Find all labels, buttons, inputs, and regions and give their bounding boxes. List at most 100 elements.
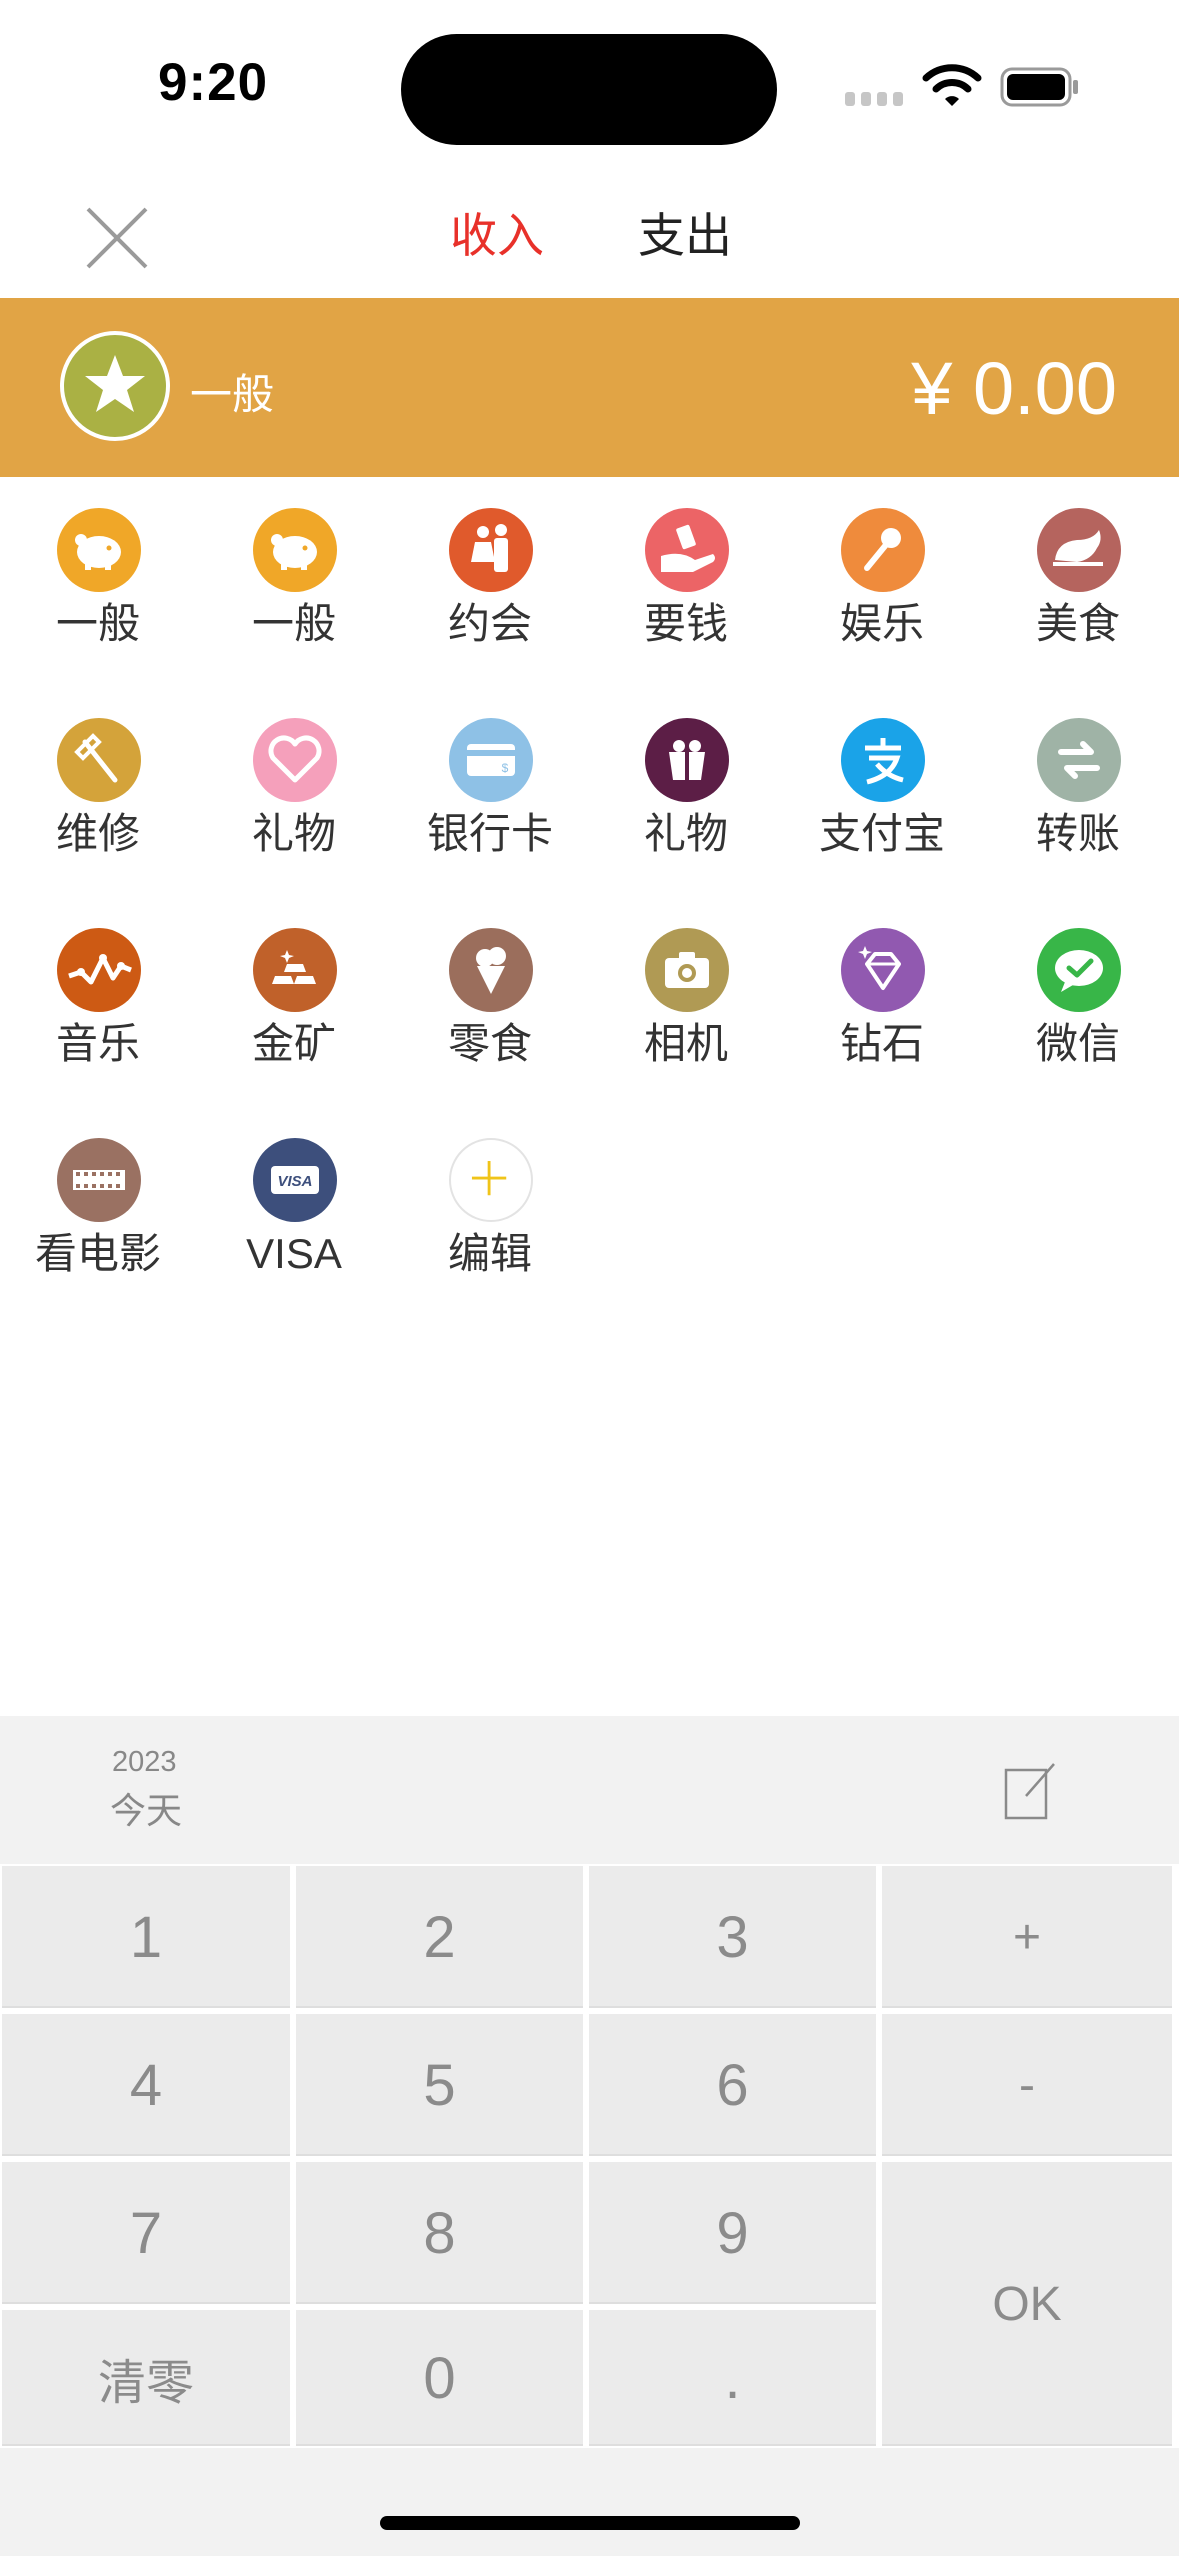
key-1[interactable]: 1 [2, 1866, 290, 2008]
category-item[interactable]: 礼物 [196, 688, 392, 898]
key-decimal[interactable]: . [589, 2310, 876, 2446]
category-label: 美食 [1035, 600, 1120, 647]
category-label: 礼物 [251, 810, 336, 857]
category-item[interactable]: VISA VISA [196, 1108, 392, 1318]
category-label: VISA [246, 1230, 342, 1277]
transfer-icon [1037, 718, 1121, 802]
key-0[interactable]: 0 [296, 2310, 583, 2446]
money-hand-icon [645, 508, 729, 592]
key-8[interactable]: 8 [296, 2162, 583, 2304]
category-item[interactable]: 约会 [392, 478, 588, 688]
category-label: 支付宝 [818, 810, 945, 857]
category-label: 娱乐 [839, 600, 924, 647]
battery-icon [1000, 67, 1080, 107]
category-item[interactable]: 要钱 [588, 478, 784, 688]
selected-category-label: 一般 [190, 371, 275, 418]
close-icon[interactable] [82, 203, 152, 273]
add-plus-icon [449, 1138, 533, 1222]
category-item[interactable]: 一般 [0, 478, 196, 688]
key-2[interactable]: 2 [296, 1866, 583, 2008]
roast-chicken-icon [1037, 508, 1121, 592]
category-label: 相机 [643, 1020, 728, 1067]
category-item[interactable]: 零食 [392, 898, 588, 1108]
bank-card-icon: $ [449, 718, 533, 802]
svg-text:$: $ [502, 761, 509, 775]
category-label: 礼物 [643, 810, 728, 857]
key-3[interactable]: 3 [589, 1866, 876, 2008]
category-item[interactable]: 看电影 [0, 1108, 196, 1318]
gold-bars-icon [253, 928, 337, 1012]
category-item[interactable]: $ 银行卡 [392, 688, 588, 898]
header-bar: 收入 支出 [0, 170, 1179, 298]
category-label: 银行卡 [426, 810, 553, 857]
category-item[interactable]: 音乐 [0, 898, 196, 1108]
category-label: 编辑 [447, 1230, 532, 1277]
number-keypad: 1 2 3 + 4 5 6 - 7 8 9 OK 清零 0 . [0, 1864, 1179, 2448]
edit-categories-button[interactable]: 编辑 [392, 1108, 588, 1318]
category-item[interactable]: 礼物 [588, 688, 784, 898]
category-item[interactable]: 一般 [196, 478, 392, 688]
category-label: 金矿 [251, 1020, 336, 1067]
category-item[interactable]: 金矿 [196, 898, 392, 1108]
home-indicator[interactable] [380, 2516, 800, 2530]
category-label: 钻石 [839, 1020, 924, 1067]
piggy-bank-icon [57, 508, 141, 592]
wifi-icon [922, 62, 982, 108]
category-item[interactable]: 维修 [0, 688, 196, 898]
key-4[interactable]: 4 [2, 2014, 290, 2156]
category-label: 要钱 [643, 600, 728, 647]
tab-income[interactable]: 收入 [450, 206, 544, 266]
cellular-signal-icon [845, 92, 905, 106]
key-7[interactable]: 7 [2, 2162, 290, 2304]
piggy-bank-icon [253, 508, 337, 592]
key-9[interactable]: 9 [589, 2162, 876, 2304]
ice-cream-icon [449, 928, 533, 1012]
clear-button[interactable]: 清零 [2, 2310, 290, 2446]
heart-icon [253, 718, 337, 802]
hammer-icon [57, 718, 141, 802]
film-strip-icon [57, 1138, 141, 1222]
category-label: 微信 [1035, 1020, 1120, 1067]
category-label: 转账 [1035, 810, 1120, 857]
status-time: 9:20 [158, 53, 269, 112]
category-label: 一般 [55, 600, 140, 647]
couple-icon [449, 508, 533, 592]
diamond-icon [841, 928, 925, 1012]
alipay-icon [841, 718, 925, 802]
key-plus[interactable]: + [882, 1866, 1172, 2008]
gift-box-icon [645, 718, 729, 802]
visa-card-icon: VISA [253, 1138, 337, 1222]
wechat-icon [1037, 928, 1121, 1012]
key-5[interactable]: 5 [296, 2014, 583, 2156]
svg-text:VISA: VISA [277, 1173, 312, 1190]
ok-button[interactable]: OK [882, 2162, 1172, 2446]
category-label: 维修 [55, 810, 140, 857]
date-day[interactable]: 今天 [110, 1782, 182, 1834]
camera-icon [645, 928, 729, 1012]
category-label: 约会 [447, 600, 532, 647]
category-item[interactable]: 转账 [980, 688, 1176, 898]
star-icon [60, 331, 170, 441]
category-label: 一般 [251, 600, 336, 647]
category-item[interactable]: 钻石 [784, 898, 980, 1108]
date-bar: 2023 今天 [0, 1716, 1179, 1864]
key-6[interactable]: 6 [589, 2014, 876, 2156]
amount-display: ¥ 0.00 [911, 347, 1117, 430]
tab-expense[interactable]: 支出 [638, 206, 732, 266]
category-item[interactable]: 支付宝 [784, 688, 980, 898]
date-year[interactable]: 2023 [112, 1746, 177, 1779]
key-minus[interactable]: - [882, 2014, 1172, 2156]
status-bar: 9:20 [0, 0, 1179, 170]
category-item[interactable]: 娱乐 [784, 478, 980, 688]
category-item[interactable]: 美食 [980, 478, 1176, 688]
selected-category-banner: 一般 ¥ 0.00 [0, 298, 1179, 477]
category-label: 零食 [447, 1020, 532, 1067]
microphone-icon [841, 508, 925, 592]
bottom-safe-area [0, 2448, 1179, 2556]
category-label: 音乐 [55, 1020, 140, 1067]
music-wave-icon [57, 928, 141, 1012]
dynamic-island [401, 34, 777, 145]
note-edit-icon[interactable] [1002, 1760, 1058, 1822]
category-item[interactable]: 相机 [588, 898, 784, 1108]
category-item[interactable]: 微信 [980, 898, 1176, 1108]
